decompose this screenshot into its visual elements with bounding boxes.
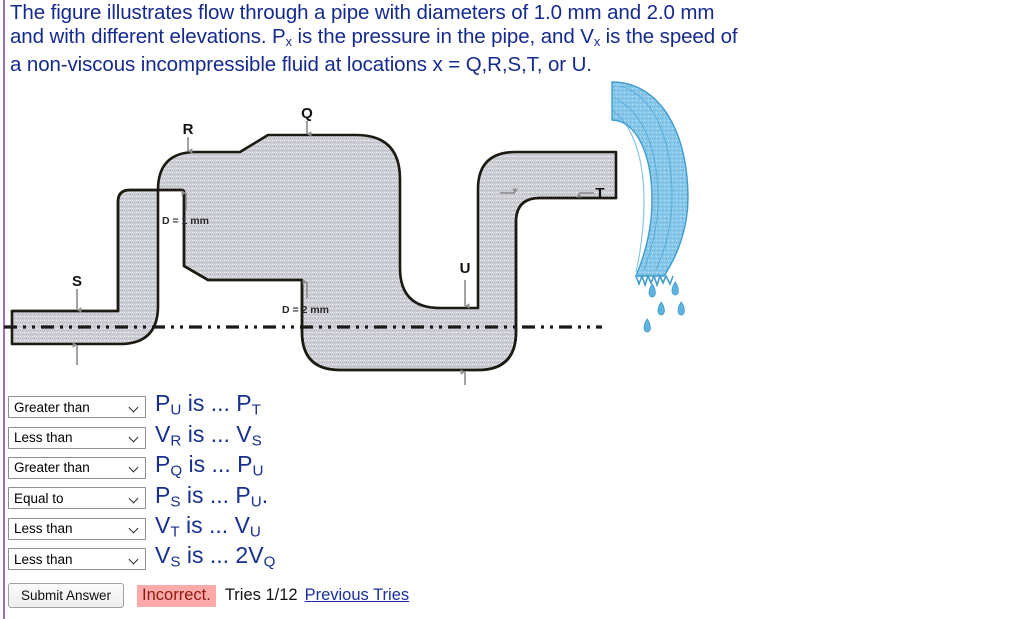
expression-lhs-symbol: V — [155, 542, 171, 569]
expression-relation-text: is ... — [182, 451, 238, 478]
expression-rhs-subscript: U — [250, 493, 262, 511]
label-S: S — [72, 273, 82, 290]
submit-answer-button[interactable]: Submit Answer — [8, 583, 125, 608]
comparison-select-3[interactable]: Greater than — [8, 456, 146, 479]
label-diameter-small: D = 1 mm — [162, 215, 209, 227]
comparison-select-value: Less than — [14, 521, 73, 537]
comparison-expression: VR is ... VS — [155, 420, 262, 453]
water-spout-group — [611, 81, 689, 333]
comparison-select-2[interactable]: Less than — [8, 426, 146, 449]
pipe-body — [10, 133, 618, 372]
expression-rhs-symbol: V — [236, 420, 252, 447]
expression-rhs-subscript: Q — [263, 553, 276, 571]
expression-rhs-symbol: P — [235, 481, 251, 508]
statement-line-2-part-c: is the speed of — [600, 24, 738, 48]
chevron-down-icon — [129, 493, 140, 504]
expression-lhs-symbol: V — [155, 420, 171, 447]
expression-rhs-subscript: T — [251, 402, 261, 420]
statement-line-3: a non-viscous incompressible fluid at lo… — [10, 52, 592, 76]
expression-lhs-symbol: P — [155, 481, 171, 508]
question-statement: The figure illustrates flow through a pi… — [10, 1, 1018, 76]
previous-tries-link[interactable]: Previous Tries — [305, 586, 410, 605]
expression-lhs-symbol: V — [155, 511, 171, 538]
expression-lhs-subscript: T — [170, 523, 180, 541]
expression-relation-text: is ... — [180, 481, 236, 508]
comparison-select-1[interactable]: Greater than — [8, 396, 146, 419]
answer-row: Less than VR is ... VS — [8, 422, 275, 452]
expression-relation-text: is ... — [181, 420, 237, 447]
chevron-down-icon — [129, 523, 140, 534]
comparison-select-4[interactable]: Equal to — [8, 487, 146, 510]
expression-rhs-symbol: V — [234, 511, 250, 538]
expression-rhs-symbol: 2V — [235, 542, 264, 569]
chevron-down-icon — [129, 432, 140, 443]
expression-rhs-subscript: U — [249, 523, 261, 541]
water-spout — [611, 81, 689, 277]
pipe-flow-figure: R Q S U T D = 1 mm D = 2 mm — [0, 80, 740, 385]
comparison-select-5[interactable]: Less than — [8, 517, 146, 540]
chevron-down-icon — [129, 462, 140, 473]
expression-relation-text: is ... — [181, 390, 237, 417]
expression-lhs-subscript: S — [170, 553, 181, 571]
status-badge-incorrect: Incorrect. — [137, 584, 216, 607]
comparison-expression: PQ is ... PU — [155, 453, 263, 483]
expression-lhs-symbol: P — [155, 390, 171, 417]
water-droplets — [643, 281, 685, 333]
statement-line-2-part-b: is the pressure in the pipe, and V — [291, 24, 594, 48]
answer-rows: Greater than PU is ... PT Less than VR is .… — [8, 392, 275, 574]
expression-relation-text: is ... — [180, 542, 236, 569]
submit-row: Submit Answer Incorrect. Tries 1/12 Prev… — [8, 583, 409, 608]
expression-lhs-subscript: U — [170, 402, 182, 420]
label-U: U — [460, 260, 471, 277]
comparison-expression: VS is ... 2VQ — [155, 544, 275, 574]
statement-line-2-part-a: and with different elevations. P — [10, 24, 286, 48]
label-R: R — [183, 121, 194, 138]
comparison-select-value: Equal to — [14, 490, 64, 506]
expression-rhs-subscript: S — [251, 432, 262, 450]
expression-rhs-symbol: P — [237, 451, 253, 478]
comparison-select-value: Less than — [14, 551, 73, 567]
answer-row: Equal to PS is ... PU. — [8, 483, 275, 513]
comparison-select-value: Greater than — [14, 460, 90, 476]
statement-line-2: and with different elevations. Px is the… — [10, 25, 1018, 53]
comparison-select-value: Greater than — [14, 399, 90, 415]
tries-counter: Tries 1/12 — [224, 586, 298, 604]
expression-relation-text: is ... — [179, 511, 235, 538]
expression-lhs-symbol: P — [155, 451, 171, 478]
label-T: T — [595, 185, 604, 202]
chevron-down-icon — [129, 554, 140, 565]
expression-lhs-subscript: R — [170, 432, 182, 450]
comparison-expression: PU is ... PT — [155, 392, 261, 422]
answer-row: Greater than PU is ... PT — [8, 392, 275, 422]
comparison-expression: VT is ... VU — [155, 511, 261, 544]
answer-row: Greater than PQ is ... PU — [8, 453, 275, 483]
expression-rhs-subscript: U — [252, 462, 264, 480]
expression-tail: . — [261, 481, 269, 508]
comparison-select-value: Less than — [14, 430, 73, 446]
label-Q: Q — [301, 105, 313, 122]
expression-lhs-subscript: Q — [170, 462, 183, 480]
chevron-down-icon — [129, 402, 140, 413]
statement-line-1: The figure illustrates flow through a pi… — [10, 1, 715, 24]
comparison-expression: PS is ... PU. — [155, 481, 269, 514]
answer-row: Less than VS is ... 2VQ — [8, 544, 275, 574]
expression-lhs-subscript: S — [170, 493, 181, 511]
label-diameter-large: D = 2 mm — [282, 304, 329, 316]
answer-row: Less than VT is ... VU — [8, 511, 275, 544]
comparison-select-6[interactable]: Less than — [8, 548, 146, 571]
expression-rhs-symbol: P — [236, 390, 252, 417]
